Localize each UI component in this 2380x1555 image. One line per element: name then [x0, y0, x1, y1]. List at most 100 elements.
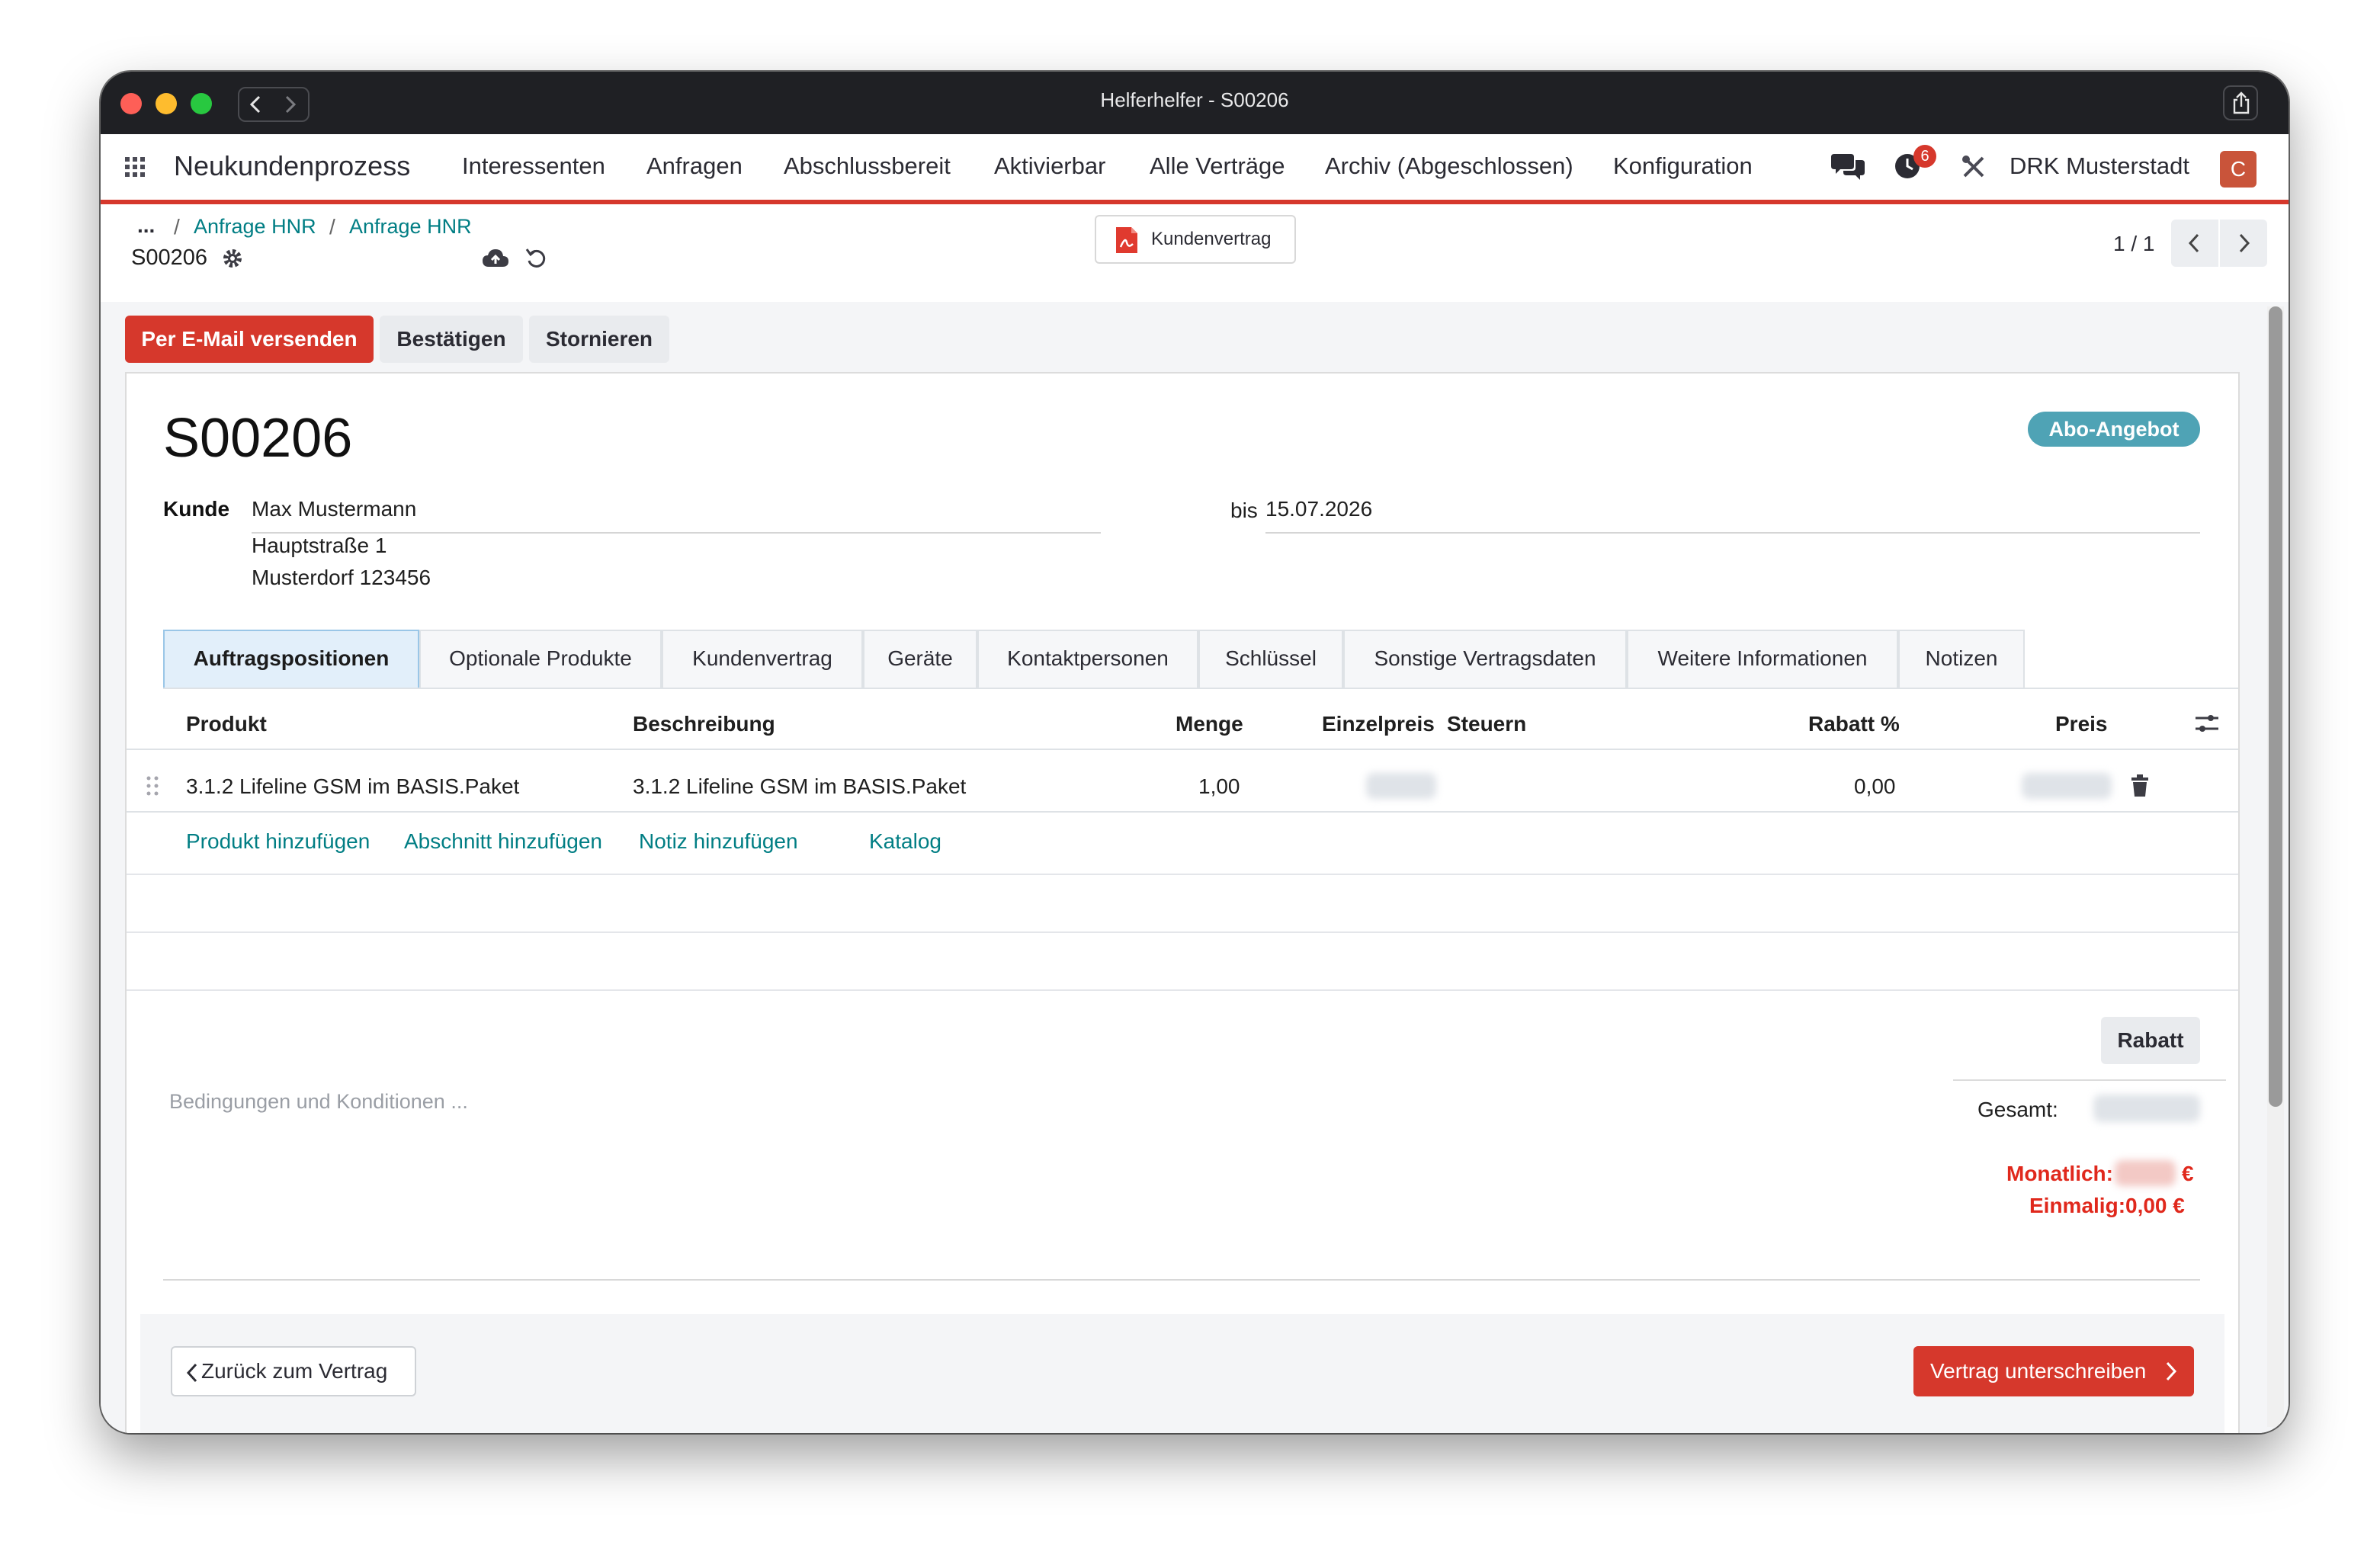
add-product-link[interactable]: Produkt hinzufügen [186, 829, 370, 854]
customer-address-line1: Hauptstraße 1 [252, 534, 387, 557]
app-name[interactable]: Neukundenprozess [174, 150, 410, 182]
column-header-product[interactable]: Produkt [186, 712, 267, 736]
monthly-currency: € [2182, 1162, 2194, 1185]
drag-handle-icon[interactable] [145, 774, 160, 797]
column-header-description[interactable]: Beschreibung [633, 712, 775, 736]
tab-notizen[interactable]: Notizen [1898, 630, 2025, 688]
terms-input[interactable]: Bedingungen und Konditionen ... [169, 1090, 468, 1114]
share-button[interactable] [2223, 85, 2258, 120]
menu-interessenten[interactable]: Interessenten [462, 152, 605, 180]
column-header-price[interactable]: Preis [2055, 712, 2108, 736]
bottom-actions: Zurück zum Vertrag Vertrag unterschreibe… [140, 1314, 2224, 1433]
line-unit-price-redacted [1366, 773, 1436, 799]
company-switcher[interactable]: DRK Musterstadt [2010, 152, 2189, 180]
line-price-redacted [2022, 773, 2112, 799]
tab-kundenvertrag[interactable]: Kundenvertrag [662, 630, 863, 688]
menu-abschlussbereit[interactable]: Abschlussbereit [784, 152, 951, 180]
back-to-contract-label: Zurück zum Vertrag [201, 1359, 388, 1383]
breadcrumb-item[interactable]: Anfrage HNR [194, 215, 316, 239]
tab-geraete[interactable]: Geräte [863, 630, 977, 688]
window-title: Helferhelfer - S00206 [1100, 88, 1289, 111]
cancel-button[interactable]: Stornieren [529, 316, 669, 363]
add-section-link[interactable]: Abschnitt hinzufügen [404, 829, 602, 854]
tab-optionale-produkte[interactable]: Optionale Produkte [419, 630, 662, 688]
total-amount-redacted [2093, 1095, 2200, 1122]
tools-icon[interactable] [1961, 154, 1987, 180]
once-label: Einmalig: [2029, 1194, 2126, 1217]
footer-divider [163, 1279, 2200, 1281]
report-button[interactable]: Kundenvertrag [1095, 215, 1296, 264]
row-divider [127, 989, 2238, 991]
back-to-contract-button[interactable]: Zurück zum Vertrag [171, 1346, 416, 1396]
order-lines-table: Produkt Beschreibung Menge Einzelpreis S… [127, 688, 2238, 813]
gear-icon[interactable] [221, 247, 244, 270]
total-label: Gesamt: [1977, 1098, 2058, 1121]
status-badge: Abo-Angebot [2028, 412, 2200, 447]
chevron-left-icon [2188, 233, 2199, 253]
until-label: bis [1230, 499, 1258, 522]
apps-grid-icon[interactable] [123, 156, 146, 178]
pager-previous-button[interactable] [2171, 220, 2218, 267]
catalog-link[interactable]: Katalog [869, 829, 941, 854]
optional-columns-icon[interactable] [2194, 712, 2220, 735]
discard-undo-icon[interactable] [524, 247, 547, 270]
menu-alle-vertraege[interactable]: Alle Verträge [1150, 152, 1285, 180]
tab-kontaktpersonen[interactable]: Kontaktpersonen [977, 630, 1198, 688]
browser-window: Helferhelfer - S00206 Neukundenprozess I… [101, 72, 2289, 1433]
row-divider [127, 811, 2238, 813]
line-quantity[interactable]: 1,00 [1198, 774, 1240, 799]
menu-archiv[interactable]: Archiv (Abgeschlossen) [1325, 152, 1573, 180]
chat-icon[interactable] [1831, 151, 1866, 181]
send-email-button[interactable]: Per E-Mail versenden [125, 316, 374, 363]
column-header-discount[interactable]: Rabatt % [1808, 712, 1900, 736]
user-avatar[interactable]: C [2220, 151, 2257, 188]
until-date-field[interactable]: 15.07.2026 [1265, 497, 2200, 534]
row-divider [127, 874, 2238, 875]
save-cloud-icon[interactable] [482, 247, 509, 270]
scrollbar-thumb[interactable] [2269, 306, 2282, 1107]
menu-konfiguration[interactable]: Konfiguration [1613, 152, 1753, 180]
window-titlebar: Helferhelfer - S00206 [101, 72, 2289, 134]
tab-sonstige-vertragsdaten[interactable]: Sonstige Vertragsdaten [1343, 630, 1627, 688]
customer-field[interactable]: Max Mustermann [252, 497, 1101, 534]
monthly-label: Monatlich: [2006, 1162, 2113, 1185]
confirm-button[interactable]: Bestätigen [380, 316, 523, 363]
row-divider [127, 931, 2238, 933]
pager-next-button[interactable] [2220, 220, 2267, 267]
pager-value[interactable]: 1 / 1 [2113, 232, 2154, 256]
breadcrumb-ellipsis[interactable]: ... [137, 213, 155, 238]
menu-anfragen[interactable]: Anfragen [646, 152, 743, 180]
chevron-left-icon [186, 1363, 197, 1383]
sign-contract-label: Vertrag unterschreiben [1930, 1359, 2147, 1383]
tab-auftragspositionen[interactable]: Auftragspositionen [163, 630, 419, 688]
tab-weitere-informationen[interactable]: Weitere Informationen [1627, 630, 1898, 688]
trash-icon[interactable] [2130, 774, 2150, 797]
chevron-right-icon [2239, 233, 2250, 253]
report-button-label: Kundenvertrag [1151, 229, 1272, 249]
share-icon [2233, 91, 2250, 114]
tab-schluessel[interactable]: Schlüssel [1198, 630, 1343, 688]
breadcrumb-separator: / [174, 215, 180, 239]
sign-contract-button[interactable]: Vertrag unterschreiben [1913, 1346, 2194, 1396]
header-divider [127, 749, 2238, 750]
notebook-tabs: Auftragspositionen Optionale Produkte Ku… [163, 630, 2238, 689]
main-navbar: Neukundenprozess Interessenten Anfragen … [101, 134, 2289, 204]
add-note-link[interactable]: Notiz hinzufügen [639, 829, 798, 854]
form-view: Per E-Mail versenden Bestätigen Stornier… [101, 302, 2289, 1433]
column-header-unit-price[interactable]: Einzelpreis [1322, 712, 1435, 736]
line-description[interactable]: 3.1.2 Lifeline GSM im BASIS.Paket [633, 774, 966, 799]
form-sheet: S00206 Abo-Angebot Kunde Max Mustermann … [125, 372, 2240, 1433]
control-panel: ... / Anfrage HNR / Anfrage HNR S00206 K… [101, 204, 2289, 303]
discount-button[interactable]: Rabatt [2101, 1017, 2200, 1064]
breadcrumb-item[interactable]: Anfrage HNR [349, 215, 472, 239]
column-header-taxes[interactable]: Steuern [1447, 712, 1526, 736]
column-header-quantity[interactable]: Menge [1176, 712, 1243, 736]
menu-aktivierbar[interactable]: Aktivierbar [994, 152, 1105, 180]
customer-label: Kunde [163, 497, 230, 521]
scrollbar-track[interactable] [2267, 306, 2284, 1427]
record-breadcrumb-name: S00206 [131, 245, 207, 270]
line-product[interactable]: 3.1.2 Lifeline GSM im BASIS.Paket [186, 774, 519, 799]
line-discount[interactable]: 0,00 [1854, 774, 1896, 799]
activity-count-badge: 6 [1913, 145, 1936, 168]
chevron-right-icon [2166, 1361, 2177, 1381]
